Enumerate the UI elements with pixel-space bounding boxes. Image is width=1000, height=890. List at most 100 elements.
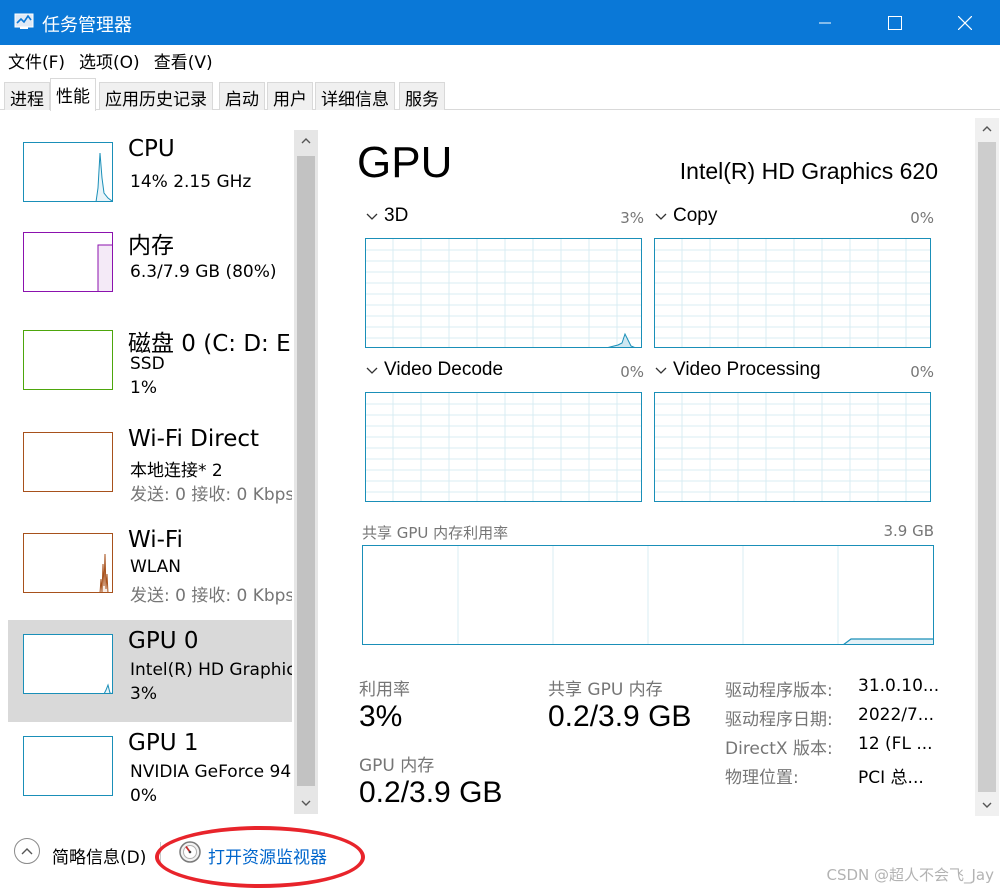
driver-version-label: 驱动程序版本: (725, 681, 833, 701)
graph-label: Video Processing (673, 359, 821, 380)
sidebar-item-detail: 3% (130, 684, 157, 704)
wifi-direct-mini-graph (23, 432, 113, 492)
minimize-button[interactable] (790, 0, 860, 45)
chevron-up-icon (21, 848, 33, 855)
minimize-icon (819, 22, 831, 23)
sidebar-item-detail: NVIDIA GeForce 940MX (130, 762, 292, 782)
maximize-icon (888, 15, 902, 30)
gpu-memory-value: 0.2/3.9 GB (359, 776, 503, 809)
shared-gpu-memory-label: 共享 GPU 内存 (548, 680, 663, 700)
tab-strip: 进程 性能 应用历史记录 启动 用户 详细信息 服务 (0, 78, 1000, 111)
close-button[interactable] (930, 0, 1000, 45)
chevron-down-icon[interactable] (655, 366, 667, 376)
graph-value: 0% (910, 363, 934, 381)
fewer-details-label[interactable]: 简略信息(D) (52, 843, 146, 868)
gpu0-mini-graph (23, 634, 113, 694)
menu-options[interactable]: 选项(O) (79, 48, 140, 73)
graph-label: Copy (673, 205, 718, 226)
graph-value: 3.9 GB (883, 522, 934, 540)
sidebar-item-wifi-direct[interactable]: Wi-Fi Direct 本地连接* 2 发送: 0 接收: 0 Kbps (8, 418, 292, 520)
tab-startup[interactable]: 启动 (219, 82, 265, 110)
directx-version-label: DirectX 版本: (725, 739, 833, 759)
sidebar-item-name: GPU 0 (128, 628, 199, 654)
graph-label: 3D (384, 205, 409, 226)
graph-value: 0% (910, 209, 934, 227)
sidebar-item-detail: 发送: 0 接收: 0 Kbps (130, 485, 292, 505)
sidebar-item-detail: 6.3/7.9 GB (80%) (130, 262, 277, 282)
graph-label: Video Decode (384, 359, 504, 380)
graph-area (365, 238, 642, 348)
menu-file[interactable]: 文件(F) (8, 48, 65, 73)
sidebar-scrollbar[interactable] (294, 130, 318, 814)
sidebar-item-gpu-0[interactable]: GPU 0 Intel(R) HD Graphics 620 3% (8, 620, 292, 722)
graph-label: 共享 GPU 内存利用率 (362, 524, 509, 542)
scroll-up-icon[interactable] (294, 130, 318, 152)
graph-area (365, 392, 642, 502)
detail-scrollbar[interactable] (975, 118, 999, 816)
memory-mini-graph (23, 232, 113, 292)
directx-version-value: 12 (FL ... (858, 734, 933, 754)
window-title: 任务管理器 (42, 15, 132, 36)
gpu-memory-label: GPU 内存 (359, 756, 435, 776)
sidebar-item-detail: 0% (130, 786, 157, 806)
sidebar-item-detail: SSD (130, 354, 165, 374)
red-highlight-circle (155, 826, 365, 888)
scrollbar-thumb[interactable] (978, 142, 996, 792)
sidebar-item-name: 磁盘 0 (C: D: E: (128, 331, 292, 357)
scroll-down-icon[interactable] (975, 794, 999, 816)
scroll-down-icon[interactable] (294, 792, 318, 814)
sidebar-item-detail: WLAN (130, 557, 182, 577)
tab-users[interactable]: 用户 (267, 82, 313, 110)
physical-location-value: PCI 总... (858, 768, 924, 788)
task-manager-icon (14, 13, 34, 29)
footer-bar: 简略信息(D) 打开资源监视器 CSDN @超人不会飞_Jay (0, 820, 1000, 890)
sidebar-item-name: CPU (128, 136, 175, 162)
sidebar-item-cpu[interactable]: CPU 14% 2.15 GHz (8, 128, 292, 230)
menu-bar: 文件(F) 选项(O) 查看(V) (0, 45, 1000, 75)
scroll-up-icon[interactable] (975, 118, 999, 140)
close-icon (958, 15, 972, 30)
sidebar-item-name: GPU 1 (128, 730, 199, 756)
graph-area (654, 392, 931, 502)
driver-date-label: 驱动程序日期: (725, 710, 833, 730)
sidebar-item-gpu-1[interactable]: GPU 1 NVIDIA GeForce 940MX 0% (8, 722, 292, 824)
maximize-button[interactable] (860, 0, 930, 45)
sidebar-item-memory[interactable]: 内存 6.3/7.9 GB (80%) (8, 218, 292, 320)
chevron-down-icon[interactable] (366, 366, 378, 376)
graph-area (362, 545, 934, 645)
shared-gpu-memory-value: 0.2/3.9 GB (548, 700, 692, 733)
sidebar-item-name: Wi-Fi (128, 527, 183, 553)
tab-details[interactable]: 详细信息 (315, 82, 395, 110)
tab-services[interactable]: 服务 (399, 82, 445, 110)
graph-area (654, 238, 931, 348)
sidebar-item-disk[interactable]: 磁盘 0 (C: D: E: SSD 1% (8, 316, 292, 418)
cpu-mini-graph (23, 142, 113, 202)
sidebar-item-detail: 发送: 0 接收: 0 Kbps (130, 586, 292, 606)
page-title: GPU (357, 138, 453, 187)
graph-value: 0% (620, 363, 644, 381)
utilization-value: 3% (359, 700, 403, 733)
sidebar-item-detail: 1% (130, 378, 157, 398)
chevron-down-icon[interactable] (655, 212, 667, 222)
physical-location-label: 物理位置: (725, 768, 799, 788)
menu-view[interactable]: 查看(V) (154, 48, 213, 73)
disk-mini-graph (23, 330, 113, 390)
sidebar-item-detail: 14% 2.15 GHz (130, 172, 252, 192)
fewer-details-button[interactable] (14, 838, 40, 864)
tab-processes[interactable]: 进程 (4, 82, 50, 110)
graph-value: 3% (620, 209, 644, 227)
sidebar-item-name: 内存 (128, 233, 174, 259)
sidebar-item-detail: Intel(R) HD Graphics 620 (130, 660, 292, 680)
scrollbar-thumb[interactable] (297, 156, 315, 786)
chevron-down-icon[interactable] (366, 212, 378, 222)
sidebar-item-wifi[interactable]: Wi-Fi WLAN 发送: 0 接收: 0 Kbps (8, 519, 292, 621)
tab-app-history[interactable]: 应用历史记录 (99, 82, 213, 110)
wifi-mini-graph (23, 533, 113, 593)
driver-version-value: 31.0.10... (858, 676, 940, 696)
tab-performance[interactable]: 性能 (50, 78, 96, 111)
gpu-model-name: Intel(R) HD Graphics 620 (679, 158, 938, 184)
driver-date-value: 2022/7... (858, 705, 935, 725)
title-bar: 任务管理器 (0, 0, 1000, 45)
sidebar-item-name: Wi-Fi Direct (128, 426, 260, 452)
sidebar-item-detail: 本地连接* 2 (130, 461, 223, 481)
